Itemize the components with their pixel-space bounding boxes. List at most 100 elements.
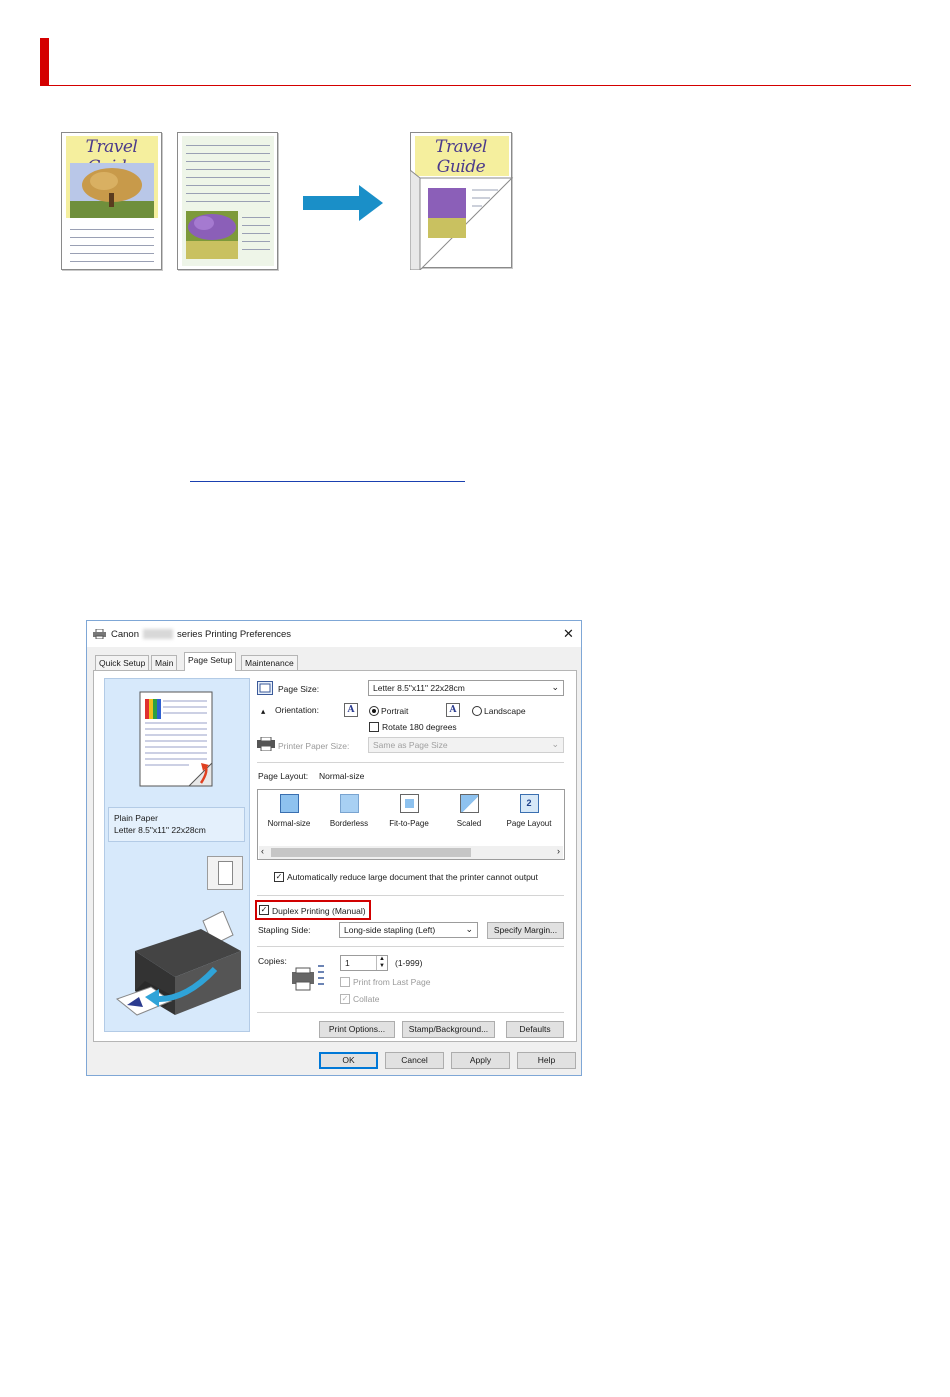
ok-button[interactable]: OK: [319, 1052, 378, 1069]
text-line: [242, 249, 270, 250]
normal-size-icon: [279, 794, 299, 813]
close-icon[interactable]: ✕: [563, 626, 574, 642]
text-line: [242, 233, 270, 234]
text-line: [242, 217, 270, 218]
orientation-bullet: ▴: [261, 706, 266, 716]
layout-normal-size-label: Normal-size: [267, 819, 311, 828]
text-line: [70, 237, 154, 238]
text-line: [70, 229, 154, 230]
text-line: [70, 253, 154, 254]
layout-page-layout-label: Page Layout: [506, 819, 552, 828]
chevron-down-icon: ⌄: [551, 739, 559, 749]
page-size-select[interactable]: Letter 8.5"x11" 22x28cm ⌄: [368, 680, 564, 696]
specify-margin-button[interactable]: Specify Margin...: [487, 922, 564, 939]
duplex-printing-checkbox[interactable]: ✓: [259, 905, 269, 915]
printer-paper-icon: [257, 737, 275, 751]
chevron-down-icon: ⌄: [551, 682, 559, 692]
fit-to-page-icon: [399, 794, 419, 813]
layout-borderless-label: Borderless: [329, 819, 369, 828]
layout-scaled[interactable]: Scaled: [440, 794, 498, 828]
layout-page-layout[interactable]: 2 Page Layout: [500, 794, 558, 828]
paper-size-text: Letter 8.5"x11" 22x28cm: [114, 825, 206, 835]
auto-reduce-checkbox[interactable]: ✓: [274, 872, 284, 882]
text-line: [242, 225, 270, 226]
page-layout-label: Page Layout:: [258, 771, 309, 781]
borderless-icon: [339, 794, 359, 813]
title-bar: Canon series Printing Preferences ✕: [87, 621, 581, 647]
orientation-label: Orientation:: [275, 705, 319, 715]
portrait-radio[interactable]: [369, 706, 379, 716]
copies-icon: [292, 965, 324, 991]
tab-quick-setup[interactable]: Quick Setup: [95, 655, 150, 670]
reference-link[interactable]: [190, 470, 465, 482]
folded-back-page: [410, 170, 514, 270]
page-layout-list: Normal-size Borderless Fit-to-Page Scale…: [257, 789, 565, 860]
layout-scrollbar[interactable]: ‹ ›: [259, 846, 563, 859]
text-line: [186, 169, 270, 170]
printing-preferences-dialog: Canon series Printing Preferences ✕ Quic…: [86, 620, 582, 1076]
spinner-arrows-icon[interactable]: ▲ ▼: [376, 956, 387, 970]
tab-page-setup[interactable]: Page Setup: [184, 652, 237, 671]
model-name-redacted: [143, 629, 173, 639]
layout-fit-to-page[interactable]: Fit-to-Page: [380, 794, 438, 828]
layout-normal-size[interactable]: Normal-size: [260, 794, 318, 828]
layout-fit-to-page-label: Fit-to-Page: [389, 819, 429, 828]
page-layout-icon: 2: [519, 794, 539, 813]
copies-spinner[interactable]: 1 ▲ ▼: [340, 955, 388, 971]
page-size-value: Letter 8.5"x11" 22x28cm: [373, 683, 465, 693]
scroll-right-icon[interactable]: ›: [557, 846, 560, 856]
landscape-orientation-icon: A: [446, 703, 460, 717]
paper-source-icon: [207, 856, 243, 890]
scrollbar-thumb[interactable]: [271, 848, 471, 857]
printer-paper-size-label: Printer Paper Size:: [278, 741, 350, 751]
tree-photo: [70, 163, 154, 218]
layout-borderless[interactable]: Borderless: [320, 794, 378, 828]
text-line: [186, 145, 270, 146]
cancel-button[interactable]: Cancel: [385, 1052, 444, 1069]
apply-button[interactable]: Apply: [451, 1052, 510, 1069]
paper-info-box: Plain Paper Letter 8.5"x11" 22x28cm: [108, 807, 245, 842]
scaled-icon: [459, 794, 479, 813]
landscape-label: Landscape: [484, 706, 526, 716]
page-preview-image: [139, 691, 213, 787]
media-type-text: Plain Paper: [114, 813, 158, 823]
copies-label: Copies:: [258, 956, 287, 966]
page-size-icon: [257, 681, 273, 695]
page-layout-current: Normal-size: [319, 771, 365, 781]
text-line: [70, 245, 154, 246]
scroll-left-icon[interactable]: ‹: [261, 846, 264, 856]
printer-illustration: [115, 911, 241, 1016]
text-line: [186, 161, 270, 162]
text-line: [242, 241, 270, 242]
portrait-label: Portrait: [381, 706, 409, 716]
collate-checkbox[interactable]: ✓: [340, 994, 350, 1004]
printer-paper-size-select: Same as Page Size ⌄: [368, 737, 564, 753]
text-line: [186, 153, 270, 154]
tab-maintenance[interactable]: Maintenance: [241, 655, 298, 670]
portrait-orientation-icon: A: [344, 703, 358, 717]
text-line: [186, 177, 270, 178]
tab-main[interactable]: Main: [151, 655, 178, 670]
print-from-last-page-checkbox[interactable]: [340, 977, 350, 987]
flower-photo: [186, 211, 238, 259]
auto-reduce-label: Automatically reduce large document that…: [287, 872, 538, 882]
help-button[interactable]: Help: [517, 1052, 576, 1069]
right-arrow-icon: [303, 185, 383, 221]
duplex-result-sheet: Travel Guide: [410, 132, 514, 270]
separator: [257, 946, 564, 947]
chevron-down-icon: ⌄: [465, 924, 473, 934]
landscape-radio[interactable]: [472, 706, 482, 716]
stamp-background-button[interactable]: Stamp/Background...: [402, 1021, 495, 1038]
print-from-last-page-label: Print from Last Page: [353, 977, 431, 987]
section-marker: [40, 38, 49, 86]
preview-pane: Plain Paper Letter 8.5"x11" 22x28cm: [104, 678, 250, 1032]
printer-paper-size-value: Same as Page Size: [373, 740, 448, 750]
text-line: [70, 261, 154, 262]
defaults-button[interactable]: Defaults: [506, 1021, 564, 1038]
print-options-button[interactable]: Print Options...: [319, 1021, 395, 1038]
text-line: [186, 185, 270, 186]
printer-icon: [93, 629, 106, 639]
stapling-side-select[interactable]: Long-side stapling (Left) ⌄: [339, 922, 478, 938]
rotate-180-checkbox[interactable]: [369, 722, 379, 732]
source-page-1: Travel Guide: [61, 132, 162, 270]
